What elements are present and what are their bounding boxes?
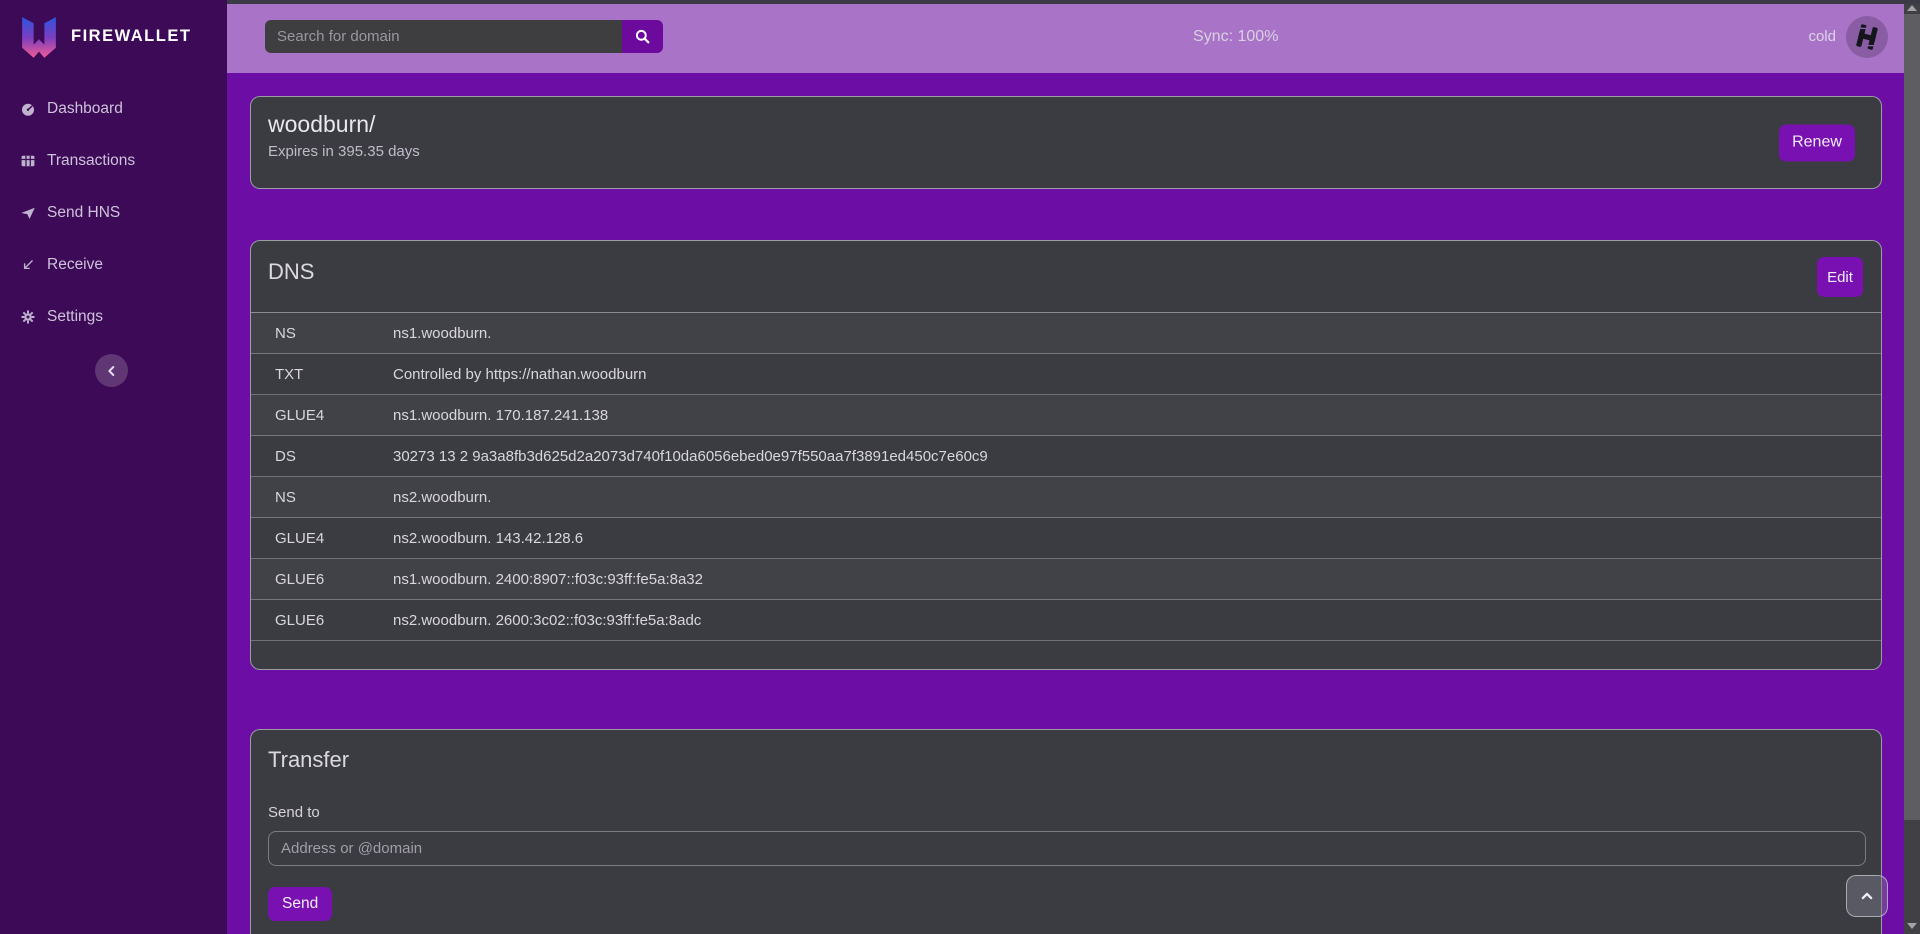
- brand[interactable]: FIREWALLET: [0, 0, 227, 73]
- page-scrollbar[interactable]: [1904, 0, 1920, 934]
- wallet-name: cold: [1808, 28, 1836, 45]
- dns-record-type: GLUE4: [251, 407, 393, 424]
- send-icon: [19, 204, 37, 222]
- chevron-up-icon: [1857, 886, 1877, 906]
- scroll-to-top-button[interactable]: [1846, 875, 1888, 917]
- sidebar-item-receive[interactable]: Receive: [0, 239, 227, 291]
- dns-record-value: ns1.woodburn.: [393, 325, 1881, 342]
- domain-search: [265, 20, 663, 53]
- dns-record-value: ns1.woodburn. 2400:8907::f03c:93ff:fe5a:…: [393, 571, 1881, 588]
- sidebar-item-dashboard[interactable]: Dashboard: [0, 83, 227, 135]
- sidebar: FIREWALLET Dashboard Tran: [0, 0, 227, 934]
- sidebar-nav: Dashboard Transactions Send HNS: [0, 83, 227, 343]
- domain-name: woodburn/: [268, 108, 1864, 140]
- dns-record-row: NSns1.woodburn.: [251, 313, 1881, 354]
- wallet-selector[interactable]: cold: [1808, 16, 1888, 58]
- dns-record-type: GLUE4: [251, 530, 393, 547]
- search-button[interactable]: [622, 20, 663, 53]
- sidebar-item-label: Transactions: [47, 152, 135, 170]
- search-icon: [633, 27, 652, 46]
- table-icon: [19, 152, 37, 170]
- dns-record-row: NSns2.woodburn.: [251, 477, 1881, 518]
- dns-table: NSns1.woodburn.TXTControlled by https://…: [251, 313, 1881, 641]
- sidebar-item-label: Send HNS: [47, 204, 120, 222]
- chevron-left-icon: [104, 363, 120, 379]
- transfer-title: Transfer: [268, 745, 1864, 775]
- send-transfer-button[interactable]: Send: [268, 887, 332, 921]
- topbar: Sync: 100% cold: [227, 0, 1904, 73]
- dns-record-type: NS: [251, 325, 393, 342]
- dns-record-row: GLUE6ns1.woodburn. 2400:8907::f03c:93ff:…: [251, 559, 1881, 600]
- search-input[interactable]: [265, 20, 622, 53]
- edit-dns-button[interactable]: Edit: [1817, 257, 1863, 297]
- dns-record-type: DS: [251, 448, 393, 465]
- sidebar-item-label: Dashboard: [47, 100, 123, 118]
- receive-arrow-icon: [19, 256, 37, 274]
- dns-record-value: ns2.woodburn.: [393, 489, 1881, 506]
- scrollbar-up-arrow-icon[interactable]: [1907, 5, 1917, 11]
- handshake-icon[interactable]: [1846, 16, 1888, 58]
- app-title: FIREWALLET: [71, 27, 191, 46]
- dns-record-type: TXT: [251, 366, 393, 383]
- sync-status: Sync: 100%: [663, 28, 1808, 46]
- sidebar-collapse-button[interactable]: [95, 354, 128, 387]
- dns-record-type: GLUE6: [251, 612, 393, 629]
- dns-record-value: Controlled by https://nathan.woodburn: [393, 366, 1881, 383]
- transfer-card: Transfer Send to Send: [250, 729, 1882, 934]
- scrollbar-thumb[interactable]: [1904, 14, 1920, 820]
- renew-button[interactable]: Renew: [1779, 124, 1855, 161]
- window-top-edge: [0, 0, 1920, 4]
- sidebar-item-send-hns[interactable]: Send HNS: [0, 187, 227, 239]
- firewallet-logo-icon: [18, 14, 60, 60]
- dns-record-type: NS: [251, 489, 393, 506]
- dns-card-header: DNS Edit: [251, 241, 1881, 313]
- sidebar-item-label: Receive: [47, 256, 103, 274]
- scrollbar-down-arrow-icon[interactable]: [1907, 923, 1917, 929]
- dns-record-type: GLUE6: [251, 571, 393, 588]
- main-content: woodburn/ Expires in 395.35 days Renew D…: [227, 73, 1904, 934]
- dns-record-value: ns2.woodburn. 2600:3c02::f03c:93ff:fe5a:…: [393, 612, 1881, 629]
- dns-record-row: GLUE6ns2.woodburn. 2600:3c02::f03c:93ff:…: [251, 600, 1881, 641]
- dns-record-value: ns1.woodburn. 170.187.241.138: [393, 407, 1881, 424]
- dns-card: DNS Edit NSns1.woodburn.TXTControlled by…: [250, 240, 1882, 670]
- dns-record-row: GLUE4ns2.woodburn. 143.42.128.6: [251, 518, 1881, 559]
- gear-icon: [19, 308, 37, 326]
- domain-expiry: Expires in 395.35 days: [268, 140, 1864, 164]
- sidebar-item-label: Settings: [47, 308, 103, 326]
- sidebar-item-settings[interactable]: Settings: [0, 291, 227, 343]
- dns-record-value: ns2.woodburn. 143.42.128.6: [393, 530, 1881, 547]
- dns-title: DNS: [268, 257, 1864, 287]
- sidebar-item-transactions[interactable]: Transactions: [0, 135, 227, 187]
- dns-record-value: 30273 13 2 9a3a8fb3d625d2a2073d740f10da6…: [393, 448, 1881, 465]
- send-to-label: Send to: [268, 804, 1864, 821]
- domain-card: woodburn/ Expires in 395.35 days Renew: [250, 96, 1882, 189]
- dns-record-row: TXTControlled by https://nathan.woodburn: [251, 354, 1881, 395]
- dns-record-row: GLUE4ns1.woodburn. 170.187.241.138: [251, 395, 1881, 436]
- dns-record-row: DS30273 13 2 9a3a8fb3d625d2a2073d740f10d…: [251, 436, 1881, 477]
- transfer-address-input[interactable]: [268, 831, 1866, 866]
- dashboard-gauge-icon: [19, 100, 37, 118]
